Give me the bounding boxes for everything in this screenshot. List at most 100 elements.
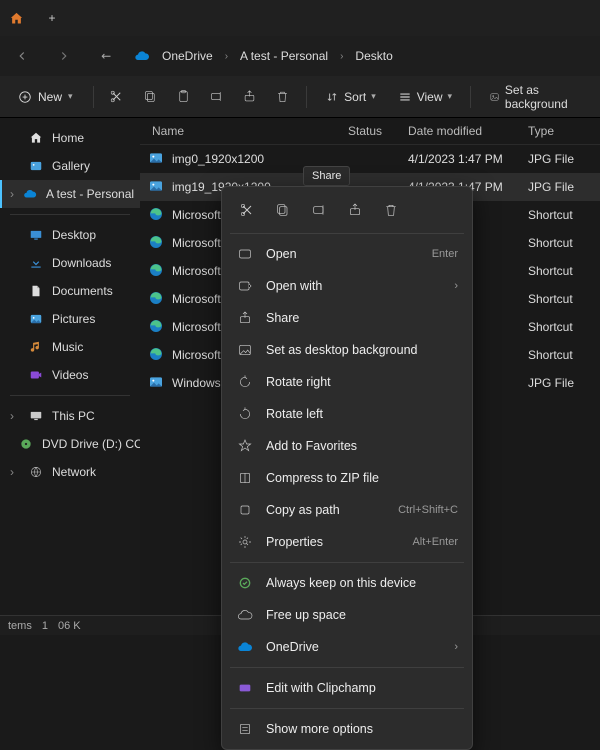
status-size: 06 K	[58, 620, 81, 632]
new-button[interactable]: New ▾	[8, 86, 83, 108]
more-icon	[236, 720, 254, 738]
file-type: JPG File	[528, 152, 592, 166]
file-name: img0_1920x1200	[172, 152, 348, 166]
sidebar-item-downloads[interactable]: Downloads	[0, 249, 140, 277]
new-tab-button[interactable]: +	[38, 4, 66, 32]
ctx-rotate-right[interactable]: Rotate right	[222, 366, 472, 398]
set-background-label: Set as background	[505, 83, 584, 111]
breadcrumb-desktop[interactable]: Deskto	[349, 45, 398, 67]
home-icon	[28, 130, 44, 146]
home-tab-icon[interactable]	[6, 8, 26, 28]
sidebar-item-music[interactable]: Music	[0, 333, 140, 361]
breadcrumb-atest[interactable]: A test - Personal	[234, 45, 334, 67]
ctx-share[interactable]: Share	[222, 302, 472, 334]
chevron-right-icon: ›	[340, 51, 343, 62]
col-date[interactable]: Date modified	[408, 124, 528, 138]
file-type: JPG File	[528, 180, 592, 194]
ctx-more-options[interactable]: Show more options	[222, 713, 472, 745]
sort-label: Sort	[344, 90, 366, 104]
sort-button[interactable]: Sort ▾	[317, 86, 384, 108]
pc-icon	[28, 408, 44, 424]
cloud-outline-icon	[236, 606, 254, 624]
chevron-down-icon: ▾	[448, 91, 453, 102]
ctx-onedrive[interactable]: OneDrive›	[222, 631, 472, 663]
ctx-keep-device[interactable]: Always keep on this device	[222, 567, 472, 599]
col-type[interactable]: Type	[528, 124, 592, 138]
file-icon	[148, 346, 166, 364]
file-icon	[148, 206, 166, 224]
ctx-cut-button[interactable]	[230, 195, 264, 225]
paste-button[interactable]	[170, 82, 197, 112]
file-row[interactable]: img0_1920x1200 4/1/2023 1:47 PMJPG File	[140, 145, 600, 173]
file-type: Shortcut	[528, 236, 592, 250]
context-menu: OpenEnter Open with› Share Set as deskto…	[221, 186, 473, 750]
rotate-left-icon	[236, 405, 254, 423]
ctx-delete-button[interactable]	[374, 195, 408, 225]
set-background-button[interactable]: Set as background	[481, 79, 592, 115]
sort-icon	[325, 90, 339, 104]
documents-icon	[28, 283, 44, 299]
ctx-properties[interactable]: PropertiesAlt+Enter	[222, 526, 472, 558]
file-type: JPG File	[528, 376, 592, 390]
title-bar: +	[0, 0, 600, 36]
file-type: Shortcut	[528, 208, 592, 222]
view-button[interactable]: View ▾	[390, 86, 460, 108]
sidebar-item-thispc[interactable]: This PC	[0, 402, 140, 430]
sidebar-item-desktop[interactable]: Desktop	[0, 221, 140, 249]
sidebar-item-network[interactable]: Network	[0, 458, 140, 486]
ctx-share-button[interactable]	[338, 195, 372, 225]
chevron-right-icon: ›	[454, 280, 458, 292]
cut-button[interactable]	[103, 82, 130, 112]
up-button[interactable]: ↖	[86, 36, 126, 76]
sync-icon	[236, 574, 254, 592]
chevron-right-icon: ›	[225, 51, 228, 62]
chevron-right-icon: ›	[454, 641, 458, 653]
command-bar: New ▾ Sort ▾ View ▾ Set as background	[0, 76, 600, 118]
forward-button[interactable]	[50, 42, 78, 70]
col-name[interactable]: Name	[148, 124, 348, 138]
clipchamp-icon	[236, 679, 254, 697]
sidebar-item-atest[interactable]: A test - Personal	[0, 180, 140, 208]
ctx-compress[interactable]: Compress to ZIP file	[222, 462, 472, 494]
navigation-bar: ↖ OneDrive › A test - Personal › Deskto	[0, 36, 600, 76]
file-type: Shortcut	[528, 292, 592, 306]
ctx-clipchamp[interactable]: Edit with Clipchamp	[222, 672, 472, 704]
sidebar-item-gallery[interactable]: Gallery	[0, 152, 140, 180]
file-type: Shortcut	[528, 320, 592, 334]
breadcrumb-onedrive[interactable]: OneDrive	[156, 45, 219, 67]
col-status[interactable]: Status	[348, 124, 408, 138]
ctx-copy-button[interactable]	[266, 195, 300, 225]
file-icon	[148, 290, 166, 308]
downloads-icon	[28, 255, 44, 271]
copy-button[interactable]	[137, 82, 164, 112]
desktop-icon	[28, 227, 44, 243]
pictures-icon	[28, 311, 44, 327]
ctx-copy-path[interactable]: Copy as pathCtrl+Shift+C	[222, 494, 472, 526]
ctx-favorites[interactable]: Add to Favorites	[222, 430, 472, 462]
delete-button[interactable]	[269, 82, 296, 112]
column-headers[interactable]: Name Status Date modified Type	[140, 118, 600, 145]
file-date: 4/1/2023 1:47 PM	[408, 152, 528, 166]
ctx-set-bg[interactable]: Set as desktop background	[222, 334, 472, 366]
open-with-icon	[236, 277, 254, 295]
ctx-open-with[interactable]: Open with›	[222, 270, 472, 302]
file-type: Shortcut	[528, 264, 592, 278]
sidebar-item-videos[interactable]: Videos	[0, 361, 140, 389]
share-icon	[236, 309, 254, 327]
ctx-open[interactable]: OpenEnter	[222, 238, 472, 270]
onedrive-icon	[134, 48, 150, 64]
sidebar-item-documents[interactable]: Documents	[0, 277, 140, 305]
chevron-down-icon: ▾	[371, 91, 376, 102]
ctx-rename-button[interactable]	[302, 195, 336, 225]
sidebar-item-dvd[interactable]: DVD Drive (D:) CCC	[0, 430, 140, 458]
ctx-rotate-left[interactable]: Rotate left	[222, 398, 472, 430]
ctx-free-space[interactable]: Free up space	[222, 599, 472, 631]
file-icon	[148, 234, 166, 252]
share-button[interactable]	[236, 82, 263, 112]
chevron-down-icon: ▾	[68, 91, 73, 102]
gallery-icon	[28, 158, 44, 174]
back-button[interactable]	[8, 42, 36, 70]
sidebar-item-pictures[interactable]: Pictures	[0, 305, 140, 333]
sidebar-item-home[interactable]: Home	[0, 124, 140, 152]
rename-button[interactable]	[203, 82, 230, 112]
